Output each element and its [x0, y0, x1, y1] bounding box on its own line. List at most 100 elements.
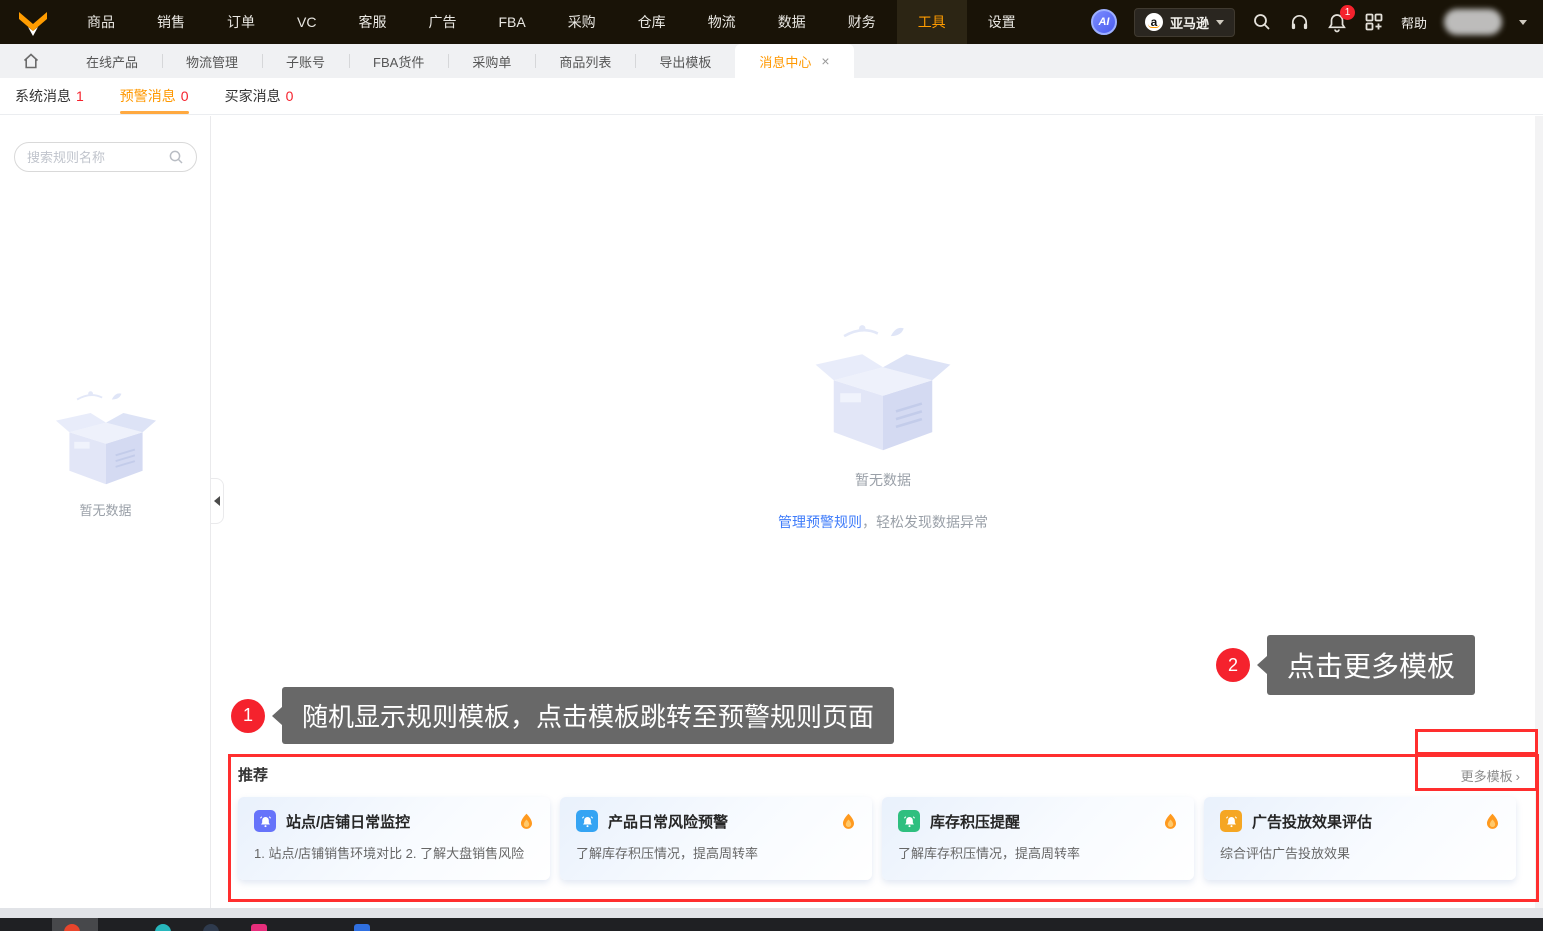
- menu-item-vc[interactable]: VC: [276, 0, 337, 44]
- user-avatar[interactable]: [1444, 9, 1502, 35]
- headset-support-icon[interactable]: [1289, 12, 1310, 33]
- tab-purchase-orders[interactable]: 采购单: [448, 44, 535, 78]
- callout-arrow-icon: [272, 706, 282, 725]
- annotation-highlight-above-more: [1415, 729, 1538, 755]
- top-nav: 商品 销售 订单 VC 客服 广告 FBA 采购 仓库 物流 数据 财务 工具 …: [0, 0, 1543, 44]
- main-empty-text: 暂无数据: [855, 472, 911, 488]
- menu-item-data[interactable]: 数据: [757, 0, 827, 44]
- empty-box-illustration: [815, 325, 951, 451]
- taskbar-app-icon[interactable]: [354, 924, 370, 931]
- menu-item-ads[interactable]: 广告: [407, 0, 477, 44]
- rule-search-box[interactable]: [14, 142, 197, 172]
- buyer-message-count: 0: [285, 88, 294, 104]
- taskbar-app-icon[interactable]: [251, 924, 267, 931]
- notifications-bell-icon[interactable]: 1: [1327, 4, 1355, 33]
- help-link[interactable]: 帮助: [1401, 13, 1427, 32]
- template-card-list: 站点/店铺日常监控 1. 站点/店铺销售环境对比 2. 了解大盘销售风险 产品日…: [238, 797, 1516, 880]
- template-card-desc: 了解库存积压情况，提高周转率: [898, 846, 1081, 861]
- more-templates-label: 更多模板: [1460, 769, 1513, 784]
- vertical-scrollbar[interactable]: [1535, 116, 1543, 908]
- alert-message-count: 0: [180, 88, 189, 104]
- hot-flame-icon: [1487, 813, 1498, 829]
- tab-alert-messages[interactable]: 预警消息 0: [119, 78, 189, 114]
- alarm-bell-icon: [576, 810, 598, 832]
- menu-item-settings[interactable]: 设置: [967, 0, 1037, 44]
- system-message-count: 1: [76, 88, 84, 104]
- template-card-desc: 1. 站点/店铺销售环境对比 2. 了解大盘销售风险: [254, 846, 525, 861]
- annotation-step-1: 1 随机显示规则模板，点击模板跳转至预警规则页面: [231, 687, 895, 744]
- home-icon[interactable]: [0, 44, 62, 78]
- template-card-title: 产品日常风险预警: [608, 813, 729, 831]
- menu-item-fba[interactable]: FBA: [477, 0, 546, 44]
- template-card-title: 广告投放效果评估: [1252, 813, 1373, 831]
- search-icon[interactable]: [1252, 12, 1272, 32]
- chevron-right-icon: ›: [1515, 769, 1520, 784]
- template-card-inventory-backlog[interactable]: 库存积压提醒 了解库存积压情况，提高周转率: [882, 797, 1194, 880]
- recommend-section-title: 推荐: [238, 767, 269, 784]
- menu-item-warehouse[interactable]: 仓库: [617, 0, 687, 44]
- hot-flame-icon: [843, 813, 854, 829]
- tab-system-messages[interactable]: 系统消息 1: [15, 78, 84, 114]
- os-taskbar: [0, 918, 1543, 931]
- template-card-title: 库存积压提醒: [930, 813, 1021, 831]
- manage-rules-line: 管理预警规则，轻松发现数据异常: [720, 512, 1046, 532]
- alarm-bell-icon: [254, 810, 276, 832]
- tab-fba-shipments[interactable]: FBA货件: [349, 44, 448, 78]
- app-window: 商品 销售 订单 VC 客服 广告 FBA 采购 仓库 物流 数据 财务 工具 …: [0, 0, 1543, 931]
- horizontal-scrollbar[interactable]: [0, 908, 1543, 918]
- step-number-badge: 2: [1216, 648, 1250, 682]
- tab-buyer-messages[interactable]: 买家消息 0: [225, 78, 294, 114]
- tab-system-messages-label: 系统消息: [15, 88, 71, 104]
- manage-rules-suffix: ，轻松发现数据异常: [862, 514, 988, 530]
- menu-item-products[interactable]: 商品: [66, 0, 136, 44]
- user-menu-chevron-icon[interactable]: [1519, 19, 1527, 25]
- hot-flame-icon: [521, 813, 532, 829]
- marketplace-selector[interactable]: a 亚马逊: [1133, 7, 1235, 37]
- tab-message-center[interactable]: 消息中心 ×: [735, 44, 854, 78]
- chevron-down-icon: [1215, 19, 1224, 25]
- apps-grid-icon[interactable]: [1364, 12, 1384, 32]
- tab-message-center-label: 消息中心: [759, 54, 812, 70]
- search-icon: [169, 150, 183, 164]
- template-card-site-monitoring[interactable]: 站点/店铺日常监控 1. 站点/店铺销售环境对比 2. 了解大盘销售风险: [238, 797, 550, 880]
- sidebar-collapse-handle[interactable]: [211, 478, 224, 524]
- template-card-product-risk[interactable]: 产品日常风险预警 了解库存积压情况，提高周转率: [560, 797, 872, 880]
- tab-online-products[interactable]: 在线产品: [62, 44, 162, 78]
- ai-assistant-icon[interactable]: AI: [1090, 9, 1117, 35]
- page-tab-strip: 在线产品 物流管理 子账号 FBA货件 采购单 商品列表 导出模板 消息中心 ×: [0, 44, 1543, 78]
- annotation-step-1-text: 随机显示规则模板，点击模板跳转至预警规则页面: [282, 687, 895, 744]
- menu-item-finance[interactable]: 财务: [827, 0, 897, 44]
- menu-item-tools[interactable]: 工具: [896, 0, 967, 44]
- step-number-badge: 1: [231, 698, 265, 733]
- manage-alert-rules-link[interactable]: 管理预警规则: [778, 514, 862, 530]
- taskbar-app-icon[interactable]: [155, 924, 171, 931]
- notification-count-badge: 1: [1339, 4, 1355, 20]
- menu-item-orders[interactable]: 订单: [206, 0, 276, 44]
- annotation-step-2-text: 点击更多模板: [1267, 635, 1476, 695]
- rules-sidebar: 暂无数据: [0, 116, 211, 908]
- marketplace-label: 亚马逊: [1169, 15, 1209, 31]
- template-card-desc: 了解库存积压情况，提高周转率: [576, 846, 759, 861]
- sidebar-empty-text: 暂无数据: [79, 503, 132, 518]
- template-card-desc: 综合评估广告投放效果: [1220, 846, 1351, 861]
- hot-flame-icon: [1165, 813, 1176, 829]
- tab-logistics-mgmt[interactable]: 物流管理: [162, 44, 262, 78]
- menu-item-logistics[interactable]: 物流: [687, 0, 757, 44]
- alarm-bell-icon: [898, 810, 920, 832]
- close-tab-icon[interactable]: ×: [821, 53, 829, 69]
- main-empty-state: 暂无数据 管理预警规则，轻松发现数据异常: [720, 318, 1046, 532]
- tab-product-list[interactable]: 商品列表: [535, 44, 635, 78]
- menu-item-purchasing[interactable]: 采购: [547, 0, 617, 44]
- tab-buyer-messages-label: 买家消息: [224, 88, 281, 104]
- menu-item-sales[interactable]: 销售: [136, 0, 206, 44]
- app-logo-icon[interactable]: [0, 0, 66, 44]
- rule-search-input[interactable]: [27, 149, 168, 165]
- callout-arrow-icon: [1257, 656, 1267, 674]
- menu-item-customer-service[interactable]: 客服: [337, 0, 407, 44]
- taskbar-app-icon[interactable]: [203, 924, 219, 931]
- tab-sub-accounts[interactable]: 子账号: [262, 44, 349, 78]
- tab-export-templates[interactable]: 导出模板: [635, 44, 735, 78]
- more-templates-link[interactable]: 更多模板 ›: [1420, 766, 1520, 785]
- sidebar-empty-state: 暂无数据: [0, 386, 211, 519]
- template-card-ad-performance[interactable]: 广告投放效果评估 综合评估广告投放效果: [1204, 797, 1516, 880]
